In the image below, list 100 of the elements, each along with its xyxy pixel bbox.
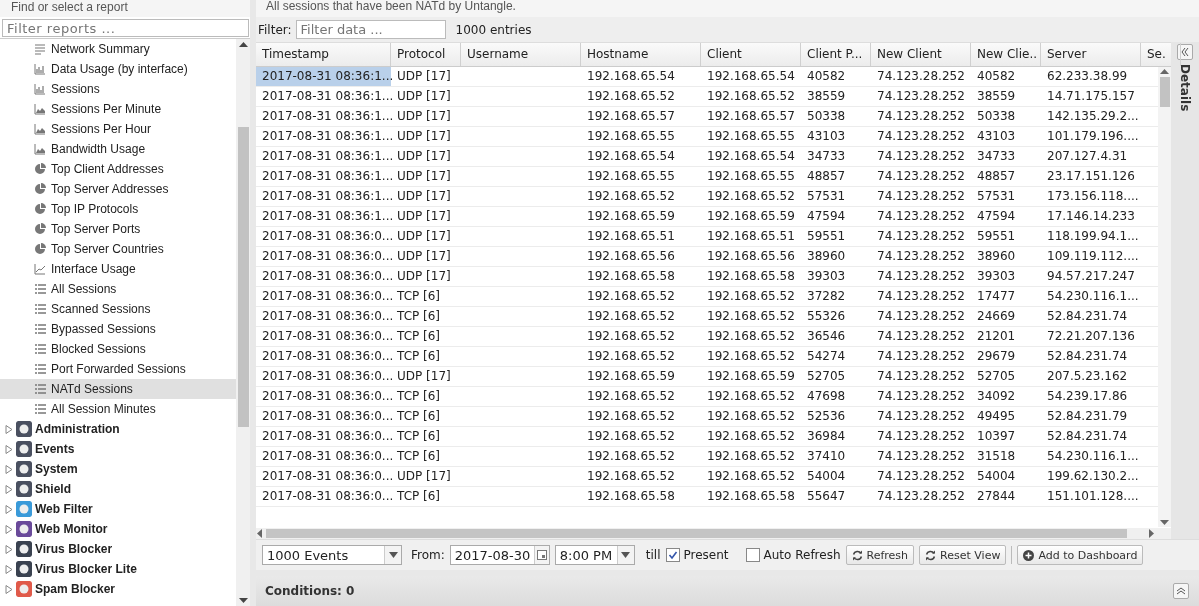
column-header[interactable]: Client (701, 43, 801, 66)
table-cell-text: 2017-08-31 08:36:1... (261, 108, 391, 125)
table-cell-text: 74.123.28.252 (876, 108, 966, 125)
table-cell-text: 39303 (806, 268, 847, 285)
column-header[interactable]: Client P... (801, 43, 871, 66)
table-cell-text: 74.123.28.252 (876, 228, 966, 245)
table-cell-text: 2017-08-31 08:36:0... (261, 248, 391, 265)
table-cell-text: 47698 (806, 388, 847, 405)
report-item[interactable]: Network Summary (0, 39, 236, 59)
table-cell-text: 74.123.28.252 (876, 268, 966, 285)
column-header[interactable]: Hostname (581, 43, 701, 66)
report-item[interactable]: All Sessions (0, 279, 236, 299)
table-cell-text: 74.123.28.252 (876, 328, 966, 345)
report-item[interactable]: Interface Usage (0, 259, 236, 279)
report-item[interactable]: Top Server Countries (0, 239, 236, 259)
table-cell-text: TCP [6] (396, 448, 442, 465)
date-field[interactable]: 2017-08-30 (449, 545, 550, 565)
table-cell-text: 192.168.65.57 (706, 108, 796, 125)
table-cell-text: 192.168.65.55 (586, 128, 676, 145)
table-cell-text: 192.168.65.59 (586, 208, 676, 225)
events-limit-dropdown[interactable]: 1000 Events (262, 545, 402, 565)
data-filter-field[interactable]: Filter data ... (295, 20, 446, 39)
table-cell-text: 2017-08-31 08:36:0... (261, 328, 391, 345)
report-item[interactable]: Blocked Sessions (0, 339, 236, 359)
report-item[interactable]: All Session Minutes (0, 399, 236, 419)
column-header[interactable]: Server (1041, 43, 1141, 66)
table-cell-text: 192.168.65.52 (586, 348, 676, 365)
table-cell-text: 192.168.65.52 (586, 448, 676, 465)
table-cell-text: 52.84.231.74 (1046, 308, 1129, 325)
report-item[interactable]: Bypassed Sessions (0, 319, 236, 339)
column-header[interactable]: Timestamp (256, 43, 391, 66)
report-item[interactable]: NATd Sessions (0, 379, 236, 399)
details-tab[interactable]: Details (1178, 64, 1192, 112)
refresh-button[interactable]: Reset View (919, 545, 1007, 565)
app-label[interactable]: Virus Blocker (35, 542, 113, 556)
app-label[interactable]: Web Monitor (35, 522, 108, 536)
table-cell-text: UDP [17] (396, 188, 452, 205)
report-item[interactable]: Scanned Sessions (0, 299, 236, 319)
table-cell-text: 142.135.29.2... (1046, 108, 1140, 125)
table-cell-text: 207.127.4.31 (1046, 148, 1129, 165)
app-label[interactable]: Web Filter (35, 502, 93, 516)
table-cell-text: 54004 (976, 468, 1017, 485)
report-item[interactable]: Sessions Per Minute (0, 99, 236, 119)
table-cell-text: 54.230.116.1... (1046, 448, 1140, 465)
app-label[interactable]: Virus Blocker Lite (35, 562, 137, 576)
table-cell-text: 57531 (806, 188, 847, 205)
column-header[interactable]: Username (461, 43, 581, 66)
report-item[interactable]: Top IP Protocols (0, 199, 236, 219)
table-cell-text: 74.123.28.252 (876, 448, 966, 465)
table-cell-text: 74.123.28.252 (876, 88, 966, 105)
add-to-dashboard-button[interactable]: Add to Dashboard (1017, 545, 1144, 565)
table-cell-text: 192.168.65.52 (706, 88, 796, 105)
report-filter-field[interactable]: Filter reports ... (2, 19, 249, 37)
till-label: till (645, 548, 661, 562)
refresh-button[interactable]: Refresh (845, 545, 915, 565)
report-item[interactable]: Sessions (0, 79, 236, 99)
table-cell-text: TCP [6] (396, 288, 442, 305)
table-cell-text: 74.123.28.252 (876, 428, 966, 445)
table-cell-text: 31518 (976, 448, 1017, 465)
time-dropdown[interactable]: 8:00 PM (554, 545, 635, 565)
table-cell-text: 74.123.28.252 (876, 148, 966, 165)
app-label[interactable]: System (35, 462, 78, 476)
table-cell-text: 74.123.28.252 (876, 488, 966, 505)
table-cell-text: 74.123.28.252 (876, 388, 966, 405)
table-cell-text: 192.168.65.52 (706, 408, 796, 425)
table-cell-text: 55326 (806, 308, 847, 325)
app-label[interactable]: Shield (35, 482, 71, 496)
table-cell-text: 192.168.65.52 (706, 428, 796, 445)
table-cell-text: 74.123.28.252 (876, 68, 966, 85)
table-cell-text: TCP [6] (396, 428, 442, 445)
column-header[interactable]: New Client (871, 43, 971, 66)
table-cell-text: UDP [17] (396, 68, 452, 85)
table-cell-text: 40582 (806, 68, 847, 85)
table-cell-text: 192.168.65.52 (706, 448, 796, 465)
table-cell-text: UDP [17] (396, 268, 452, 285)
table-cell-text: 54004 (806, 468, 847, 485)
report-item[interactable]: Bandwidth Usage (0, 139, 236, 159)
app-label[interactable]: Administration (35, 422, 120, 436)
app-label[interactable]: Spam Blocker (35, 582, 116, 596)
table-cell-text: 192.168.65.56 (586, 248, 676, 265)
report-item[interactable]: Top Server Ports (0, 219, 236, 239)
table-cell-text: 192.168.65.58 (706, 268, 796, 285)
table-cell-text: 48857 (806, 168, 847, 185)
table-cell-text: 192.168.65.58 (586, 268, 676, 285)
table-cell-text: 2017-08-31 08:36:1... (261, 188, 391, 205)
report-item[interactable]: Sessions Per Hour (0, 119, 236, 139)
table-cell-text: 2017-08-31 08:36:0... (261, 408, 391, 425)
checkbox-label[interactable]: Present (683, 548, 729, 562)
checkbox-label[interactable]: Auto Refresh (763, 548, 841, 562)
table-cell-text: 2017-08-31 08:36:0... (261, 428, 391, 445)
table-cell-text: 109.119.112.... (1046, 248, 1140, 265)
report-item[interactable]: Top Client Addresses (0, 159, 236, 179)
report-item[interactable]: Port Forwarded Sessions (0, 359, 236, 379)
table-cell-text: 199.62.130.2... (1046, 468, 1140, 485)
column-header[interactable]: New Clie.. (971, 43, 1041, 66)
report-item[interactable]: Top Server Addresses (0, 179, 236, 199)
column-header[interactable]: Protocol (391, 43, 461, 66)
app-label[interactable]: Events (35, 442, 75, 456)
table-cell-text: 2017-08-31 08:36:0... (261, 468, 391, 485)
report-item[interactable]: Data Usage (by interface) (0, 59, 236, 79)
